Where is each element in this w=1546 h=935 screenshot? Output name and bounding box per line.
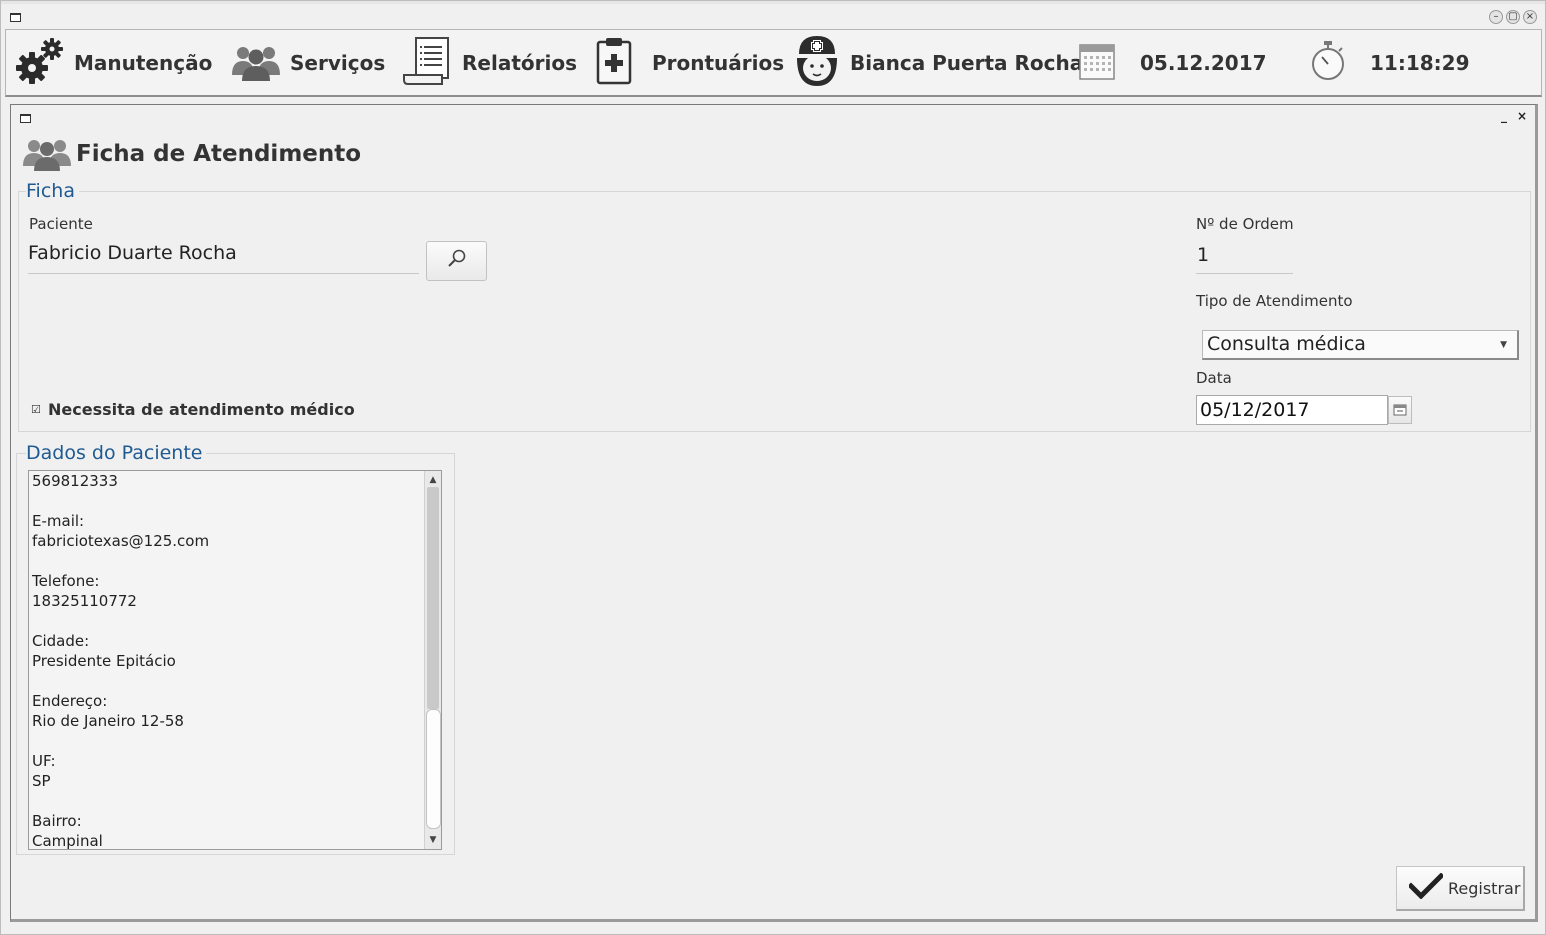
toolbar-date-value: 05.12.2017 [1140,51,1267,75]
clipboard-icon [596,37,632,89]
chevron-down-icon: ▼ [1500,340,1507,350]
calendar-icon [1393,401,1407,420]
toolbar-user-name: Bianca Puerta Rocha [850,51,1084,75]
patient-data-line: Endereço: [32,692,108,710]
page-title: Ficha de Atendimento [76,141,362,167]
minimize-icon[interactable]: _ [1501,109,1507,123]
nurse-icon [792,34,842,92]
toolbar-item-servicos[interactable]: Serviços [230,30,385,96]
patient-data-textarea[interactable]: 569812333 E-mail: fabriciotexas@125.com T… [28,470,442,850]
toolbar-item-prontuarios[interactable]: Prontuários [596,30,784,96]
users-icon [21,135,73,175]
toolbar-label: Relatórios [462,51,577,75]
scroll-down-icon[interactable]: ▼ [425,833,441,847]
date-input[interactable]: 05/12/2017 [1196,395,1388,425]
maximize-icon[interactable]: ▢ [1506,10,1520,24]
patient-data-line: Rio de Janeiro 12-58 [32,712,184,730]
close-icon[interactable]: × [1517,109,1527,123]
search-patient-button[interactable] [426,241,487,281]
scrollbar-thumb[interactable] [426,709,441,829]
users-icon [230,41,282,85]
patient-data-group-title: Dados do Paciente [26,442,207,464]
minimize-icon[interactable]: – [1489,10,1503,24]
toolbar-item-user[interactable]: Bianca Puerta Rocha [792,30,1083,96]
patient-data-line [32,791,209,811]
window-controls: – ▢ × [1489,10,1537,24]
toolbar-date: 05.12.2017 [1078,30,1267,96]
calendar-icon [1078,41,1116,85]
search-icon [446,248,468,274]
patient-field-underline [28,273,419,274]
attendance-type-select[interactable]: Consulta médica ▼ [1202,330,1519,360]
window-top-strip [1,1,1545,4]
patient-data-line: SP [32,772,51,790]
close-icon[interactable]: × [1523,10,1537,24]
report-icon [402,35,454,91]
patient-data-line: fabriciotexas@125.com [32,532,210,550]
patient-data-line: Bairro: [32,812,82,830]
needs-medical-checkbox[interactable]: ☑ [31,404,43,416]
register-label: Registrar [1448,878,1521,898]
patient-data-line: 18325110772 [32,592,137,610]
toolbar-label: Manutenção [74,51,213,75]
patient-data-text: 569812333 E-mail: fabriciotexas@125.com T… [32,471,210,850]
toolbar-time-value: 11:18:29 [1370,51,1470,75]
patient-data-line: 569812333 [32,472,118,490]
patient-field[interactable]: Fabricio Duarte Rocha [28,242,237,264]
patient-data-line: UF: [32,752,56,770]
patient-label: Paciente [29,215,93,233]
gears-icon [14,36,66,90]
stopwatch-icon [1310,40,1346,86]
register-button[interactable]: Registrar [1396,866,1525,911]
order-field-underline [1196,273,1293,274]
window-menu-icon[interactable] [10,13,21,22]
scroll-up-icon[interactable]: ▲ [425,473,441,487]
attendance-type-value: Consulta médica [1207,333,1366,355]
toolbar-label: Serviços [290,51,386,75]
patient-data-line: Cidade: [32,632,90,650]
main-toolbar: Manutenção Serviços Relatórios Prontuári… [5,29,1542,97]
patient-data-line [32,491,209,511]
toolbar-item-manutencao[interactable]: Manutenção [14,30,212,96]
ficha-group-title: Ficha [26,180,79,202]
patient-data-line [32,551,209,571]
patient-data-line [32,671,209,691]
scrollbar-track[interactable] [427,487,439,709]
inner-window-controls: _ × [1501,109,1527,123]
date-picker-button[interactable] [1388,396,1412,424]
checkmark-icon [1407,872,1445,903]
date-label: Data [1196,369,1232,387]
patient-data-line: Campinal [32,832,103,850]
patient-data-line: Presidente Epitácio [32,652,176,670]
toolbar-label: Prontuários [652,51,785,75]
patient-data-line [32,611,209,631]
patient-data-line [32,731,209,751]
vertical-scrollbar[interactable]: ▲ ▼ [424,471,441,849]
order-number-field[interactable]: 1 [1197,244,1209,266]
ficha-window: _ × Ficha de Atendimento Ficha Paciente … [10,104,1538,922]
toolbar-item-relatorios[interactable]: Relatórios [402,30,577,96]
window-menu-icon[interactable] [20,114,31,123]
patient-data-line: Telefone: [32,572,100,590]
toolbar-time: 11:18:29 [1310,30,1470,96]
needs-medical-label[interactable]: Necessita de atendimento médico [48,400,355,419]
main-window: – ▢ × Manutenção Serviços Relatórios Pro… [0,0,1546,935]
patient-data-line: E-mail: [32,512,85,530]
attendance-type-label: Tipo de Atendimento [1196,292,1353,310]
order-label: Nº de Ordem [1196,215,1294,233]
